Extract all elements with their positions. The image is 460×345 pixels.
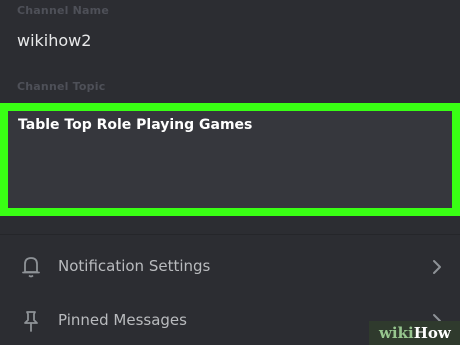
wikihow-watermark: wikiHow — [369, 321, 460, 345]
channel-topic-label: Channel Topic — [17, 80, 106, 93]
notification-settings-item[interactable]: Notification Settings — [0, 243, 460, 291]
channel-topic-field[interactable]: Table Top Role Playing Games — [0, 103, 460, 216]
notification-settings-label: Notification Settings — [58, 257, 211, 275]
section-divider — [0, 234, 460, 235]
chevron-right-icon — [433, 260, 441, 274]
pinned-messages-label: Pinned Messages — [58, 311, 187, 329]
watermark-how: How — [413, 324, 451, 342]
channel-name-field[interactable]: wikihow2 — [17, 31, 91, 50]
bell-icon — [22, 257, 40, 278]
channel-topic-text: Table Top Role Playing Games — [18, 117, 253, 133]
pin-icon — [24, 311, 38, 332]
watermark-wiki: wiki — [379, 324, 414, 342]
channel-name-label: Channel Name — [17, 4, 110, 17]
